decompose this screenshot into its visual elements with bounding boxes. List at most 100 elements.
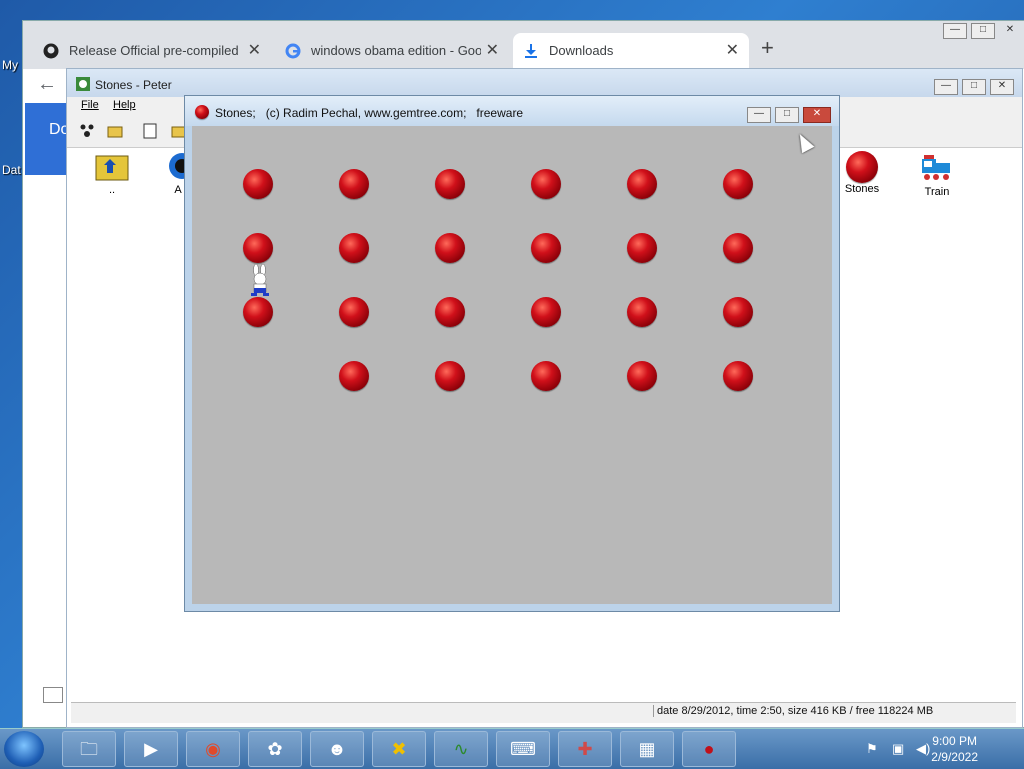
stone[interactable] [243, 297, 273, 327]
stone[interactable] [531, 169, 561, 199]
stone[interactable] [435, 169, 465, 199]
taskbar-app-wave[interactable]: ∿ [434, 731, 488, 767]
panel-icon[interactable] [43, 687, 63, 703]
stone[interactable] [435, 297, 465, 327]
close-icon[interactable]: ✕ [248, 40, 261, 60]
stone[interactable] [339, 233, 369, 263]
taskbar-app-puzzle[interactable]: ▦ [620, 731, 674, 767]
download-icon [525, 44, 537, 58]
peter-window-controls: — □ ✕ [930, 77, 1014, 95]
wave-icon: ∿ [453, 739, 469, 759]
tab-title: windows obama edition - Googl [311, 43, 481, 58]
desktop-label-my: My [2, 58, 18, 72]
stone[interactable] [723, 233, 753, 263]
puzzle-icon: ▦ [638, 739, 656, 759]
file-item-parent[interactable]: .. [87, 151, 137, 196]
back-button[interactable]: ← [37, 73, 57, 96]
network-icon[interactable]: ▣ [892, 741, 904, 757]
tools-icon[interactable] [79, 123, 95, 139]
taskbar-app-media-player[interactable]: ▶ [124, 731, 178, 767]
x-icon: ✖ [391, 739, 407, 759]
close-icon[interactable]: ✕ [726, 40, 739, 60]
new-file-icon[interactable] [143, 123, 157, 139]
taskbar-app-cross[interactable]: ✚ [558, 731, 612, 767]
browser-window-controls: — □ ✕ [939, 21, 1021, 39]
rabbit-icon[interactable] [248, 264, 272, 298]
file-item-train[interactable]: Train [912, 151, 962, 198]
minimize-button[interactable]: — [747, 107, 771, 123]
maximize-button[interactable]: □ [971, 23, 995, 39]
taskbar-app-cmd[interactable]: ⌨ [496, 731, 550, 767]
taskbar-app-alien[interactable]: ☻ [310, 731, 364, 767]
stone[interactable] [723, 297, 753, 327]
game-field[interactable] [192, 126, 832, 604]
stone[interactable] [339, 297, 369, 327]
cross-icon: ✚ [577, 739, 593, 759]
clock-time: 9:00 PM [932, 734, 977, 748]
menu-file[interactable]: File [81, 99, 99, 111]
file-label: .. [108, 184, 116, 196]
train-icon [922, 155, 950, 180]
stone[interactable] [243, 169, 273, 199]
stone[interactable] [435, 361, 465, 391]
explorer-icon: 🗀 [80, 739, 98, 759]
tab-title: Downloads [549, 43, 614, 58]
taskbar-app-rabbit[interactable]: ✿ [248, 731, 302, 767]
stone[interactable] [339, 361, 369, 391]
volume-icon[interactable]: ◀) [916, 741, 930, 757]
peter-title-bar: Stones - Peter — □ ✕ [67, 69, 1022, 97]
stones-title-bar: Stones; (c) Radim Pechal, www.gemtree.co… [185, 96, 839, 126]
desktop-label-dat: Dat [2, 163, 21, 177]
stone[interactable] [435, 233, 465, 263]
file-label: Stones [844, 183, 880, 195]
stone[interactable] [531, 233, 561, 263]
peter-status-bar: date 8/29/2012, time 2:50, size 416 KB /… [71, 702, 1016, 723]
stone[interactable] [627, 361, 657, 391]
alien-icon: ☻ [327, 739, 347, 759]
file-label: Train [924, 186, 950, 198]
taskbar-app-x[interactable]: ✖ [372, 731, 426, 767]
tab-bar: Release Official pre-compiled ins ✕ wind… [23, 21, 1024, 69]
open-folder-icon[interactable] [107, 123, 123, 139]
start-button[interactable] [4, 731, 44, 767]
taskbar-app-explorer[interactable]: 🗀 [62, 731, 116, 767]
status-text: date 8/29/2012, time 2:50, size 416 KB /… [653, 705, 1012, 717]
stones-window-controls: — □ ✕ [743, 105, 831, 123]
file-item-stones[interactable]: Stones [837, 151, 887, 195]
tab-google-search[interactable]: windows obama edition - Googl ✕ [275, 33, 509, 69]
minimize-button[interactable]: — [943, 23, 967, 39]
clock-date: 2/9/2022 [931, 750, 978, 764]
stone-app-icon [195, 105, 209, 119]
stone[interactable] [627, 169, 657, 199]
action-center-icon[interactable]: ⚑ [866, 741, 878, 757]
close-button[interactable]: ✕ [990, 79, 1014, 95]
rabbit-icon: ✿ [267, 739, 283, 759]
menu-help[interactable]: Help [113, 99, 136, 111]
minimize-button[interactable]: — [934, 79, 958, 95]
peter-app-icon [76, 77, 90, 91]
close-button[interactable]: ✕ [803, 107, 831, 123]
taskbar-app-chrome[interactable]: ◉ [186, 731, 240, 767]
taskbar-app-stone[interactable]: ● [682, 731, 736, 767]
stone[interactable] [723, 169, 753, 199]
tab-github-release[interactable]: Release Official pre-compiled ins ✕ [33, 33, 271, 69]
maximize-button[interactable]: □ [775, 107, 799, 123]
stone[interactable] [723, 361, 753, 391]
clock[interactable]: 9:00 PM 2/9/2022 [931, 733, 978, 765]
chrome-icon: ◉ [205, 739, 221, 759]
maximize-button[interactable]: □ [962, 79, 986, 95]
google-icon [285, 43, 301, 59]
stone[interactable] [339, 169, 369, 199]
taskbar: ⚑ ▣ ◀) 9:00 PM 2/9/2022 🗀 ▶ ◉ ✿ ☻ ✖ ∿ ⌨ ✚ ▦ ● [0, 728, 1024, 769]
close-icon[interactable]: ✕ [486, 40, 499, 60]
stone[interactable] [243, 233, 273, 263]
cmd-icon: ⌨ [510, 739, 536, 759]
tab-downloads[interactable]: Downloads ✕ [513, 33, 749, 69]
stone[interactable] [531, 361, 561, 391]
stone[interactable] [627, 297, 657, 327]
github-icon [43, 43, 59, 59]
close-button[interactable]: ✕ [999, 24, 1021, 38]
stone[interactable] [531, 297, 561, 327]
new-tab-button[interactable]: + [761, 35, 774, 61]
stone[interactable] [627, 233, 657, 263]
